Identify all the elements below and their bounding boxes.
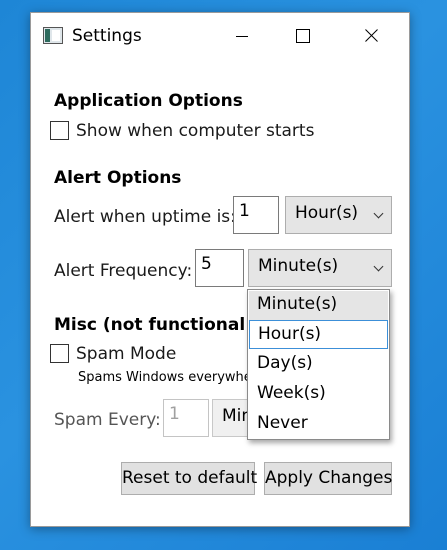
settings-window: Settings Application Options Show when c… [30,12,410,527]
application-options-heading: Application Options [54,91,243,111]
alert-options-heading: Alert Options [54,168,182,188]
spam-mode-label[interactable]: Spam Mode [76,344,176,364]
uptime-input[interactable]: 1 [233,196,279,234]
dropdown-option-never[interactable]: Never [249,410,388,439]
dropdown-option-days[interactable]: Day(s) [249,350,388,379]
frequency-dropdown-list: Minute(s) Hour(s) Day(s) Week(s) Never [247,289,390,440]
show-on-startup-label[interactable]: Show when computer starts [76,121,314,141]
frequency-input[interactable]: 5 [195,249,244,287]
dropdown-option-hours[interactable]: Hour(s) [249,320,388,349]
dropdown-option-weeks[interactable]: Week(s) [249,380,388,409]
spam-mode-checkbox[interactable] [50,344,69,363]
uptime-unit-select[interactable]: Hour(s) [285,196,392,234]
title-bar[interactable]: Settings [31,13,409,59]
misc-heading: Misc (not functional ye [54,315,274,335]
chevron-down-icon [373,261,384,272]
reset-to-default-button[interactable]: Reset to default [121,462,257,495]
uptime-label: Alert when uptime is: [54,207,236,227]
spam-every-unit-select[interactable]: Min [212,399,252,437]
chevron-down-icon [373,208,384,219]
spam-every-label: Spam Every: [54,410,161,430]
minimize-icon[interactable] [219,13,265,59]
close-icon[interactable] [348,13,394,59]
spam-mode-description: Spams Windows everywhe [78,370,252,385]
frequency-unit-value: Minute(s) [258,256,339,276]
spam-every-input[interactable]: 1 [163,399,209,437]
frequency-label: Alert Frequency: [54,261,193,281]
apply-changes-button[interactable]: Apply Changes [264,462,392,495]
app-icon [43,27,63,44]
uptime-unit-value: Hour(s) [295,203,359,223]
frequency-unit-select[interactable]: Minute(s) [248,249,392,287]
show-on-startup-checkbox[interactable] [50,121,69,140]
maximize-icon[interactable] [279,13,325,59]
dropdown-option-minutes[interactable]: Minute(s) [249,291,388,320]
window-title: Settings [72,26,142,46]
